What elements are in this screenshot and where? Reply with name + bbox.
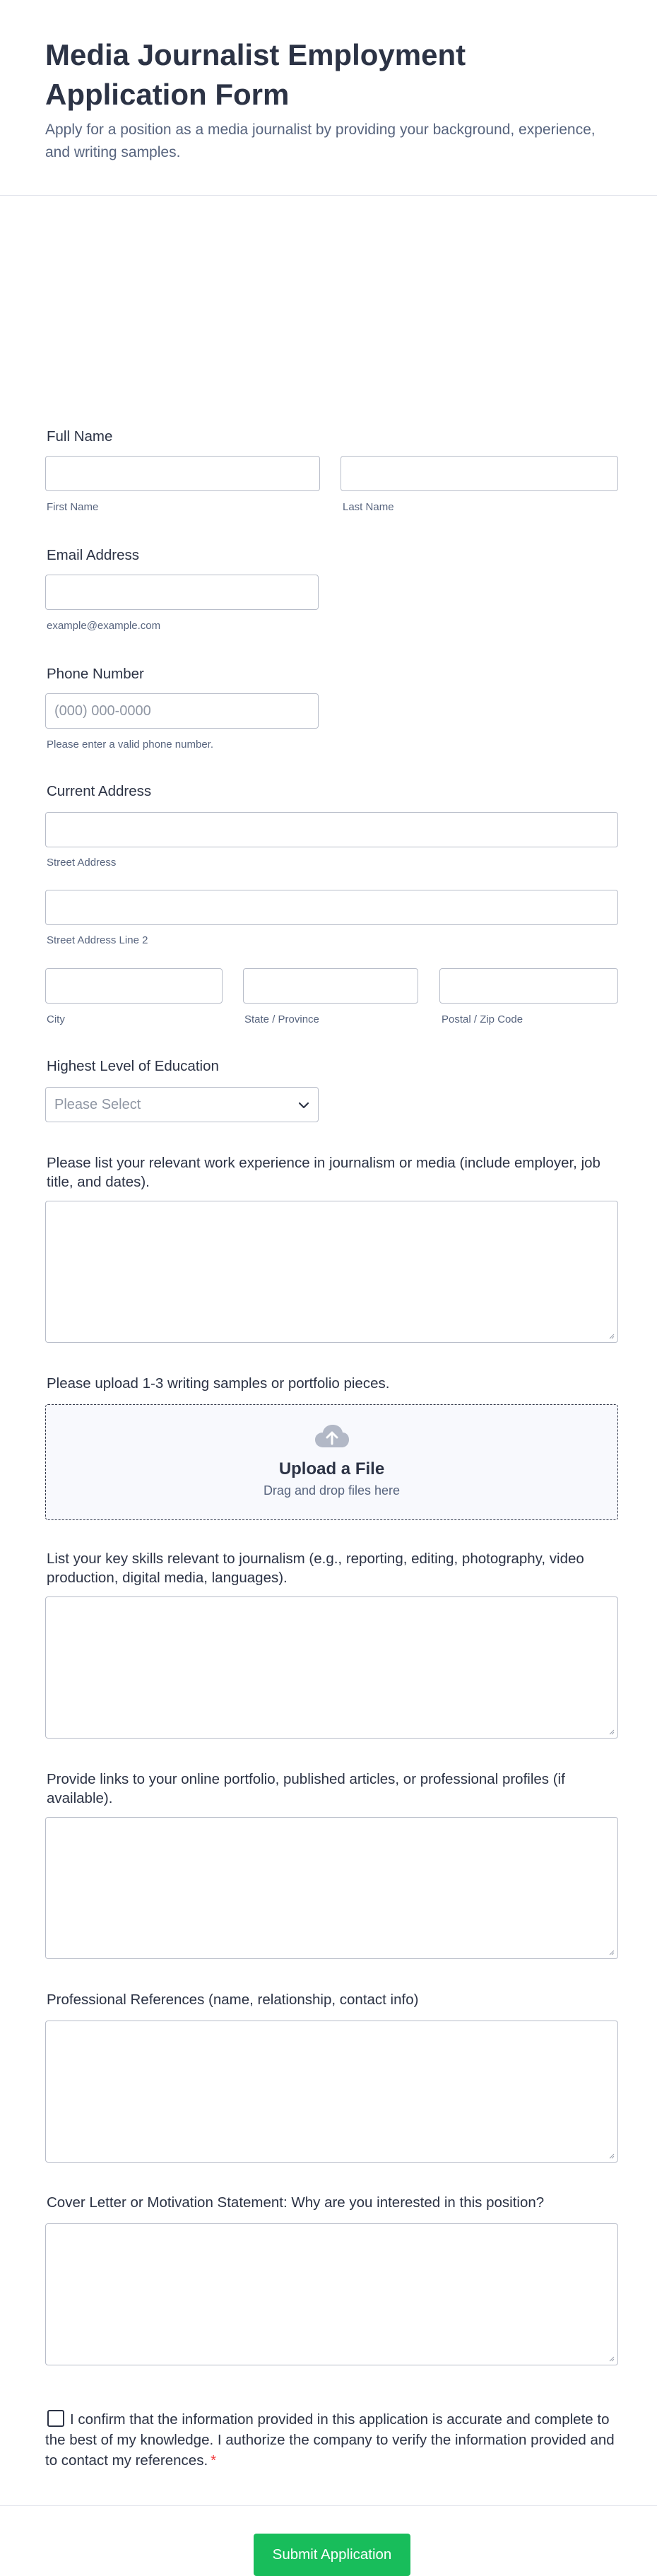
resize-grip-icon[interactable] <box>608 1332 615 1339</box>
skills-label: List your key skills relevant to journal… <box>47 1551 584 1586</box>
phone-sublabel: Please enter a valid phone number. <box>47 739 213 751</box>
experience-textarea[interactable] <box>45 1201 618 1343</box>
education-selected-value: Please Select <box>54 1096 141 1112</box>
email-input[interactable] <box>45 575 319 610</box>
confirm-checkbox[interactable] <box>47 2410 64 2427</box>
street-address-sublabel: Street Address <box>47 857 117 869</box>
confirm-text: I confirm that the information provided … <box>45 2411 615 2469</box>
references-label: Professional References (name, relations… <box>47 1992 419 2008</box>
file-upload-dropzone[interactable]: Upload a File Drag and drop files here <box>45 1404 618 1520</box>
street-address-line2-input[interactable] <box>45 890 618 925</box>
state-input[interactable] <box>243 968 418 1004</box>
full-name-label: Full Name <box>47 428 113 445</box>
first-name-sublabel: First Name <box>47 501 99 513</box>
zip-sublabel: Postal / Zip Code <box>442 1013 523 1025</box>
state-sublabel: State / Province <box>244 1013 319 1025</box>
street-address-line2-sublabel: Street Address Line 2 <box>47 934 148 946</box>
education-label: Highest Level of Education <box>47 1058 219 1074</box>
last-name-sublabel: Last Name <box>343 501 394 513</box>
email-sublabel: example@example.com <box>47 620 161 632</box>
phone-input[interactable] <box>45 693 319 729</box>
email-label: Email Address <box>47 547 140 563</box>
resize-grip-icon[interactable] <box>608 2355 615 2362</box>
upload-title: Upload a File <box>278 1459 385 1478</box>
cloud-upload-icon <box>46 1423 617 1452</box>
chevron-down-icon <box>298 1097 309 1113</box>
skills-textarea[interactable] <box>45 1596 618 1739</box>
first-name-input[interactable] <box>45 456 320 491</box>
form-header: Media Journalist Employment Application … <box>0 0 657 196</box>
city-input[interactable] <box>45 968 223 1004</box>
cover-letter-textarea[interactable] <box>45 2223 618 2365</box>
cover-letter-label: Cover Letter or Motivation Statement: Wh… <box>47 2194 545 2211</box>
form-subtitle: Apply for a position as a media journali… <box>45 122 596 160</box>
footer-divider <box>0 2505 657 2506</box>
required-mark: * <box>211 2452 217 2469</box>
links-label: Provide links to your online portfolio, … <box>47 1771 565 1806</box>
samples-label: Please upload 1-3 writing samples or por… <box>47 1375 390 1392</box>
upload-subtitle: Drag and drop files here <box>263 1483 401 1498</box>
confirm-row: I confirm that the information provided … <box>45 2409 625 2471</box>
street-address-input[interactable] <box>45 812 618 847</box>
city-sublabel: City <box>47 1013 65 1025</box>
zip-input[interactable] <box>439 968 618 1004</box>
resize-grip-icon[interactable] <box>608 2152 615 2159</box>
last-name-input[interactable] <box>341 456 618 491</box>
phone-label: Phone Number <box>47 666 144 682</box>
experience-label: Please list your relevant work experienc… <box>47 1155 600 1190</box>
address-label: Current Address <box>47 783 152 799</box>
resize-grip-icon[interactable] <box>608 1728 615 1735</box>
education-select[interactable]: Please Select <box>45 1087 319 1122</box>
form-title: Media Journalist Employment Application … <box>45 38 466 111</box>
links-textarea[interactable] <box>45 1817 618 1959</box>
submit-button[interactable]: Submit Application <box>254 2534 410 2576</box>
references-textarea[interactable] <box>45 2021 618 2163</box>
resize-grip-icon[interactable] <box>608 1948 615 1955</box>
